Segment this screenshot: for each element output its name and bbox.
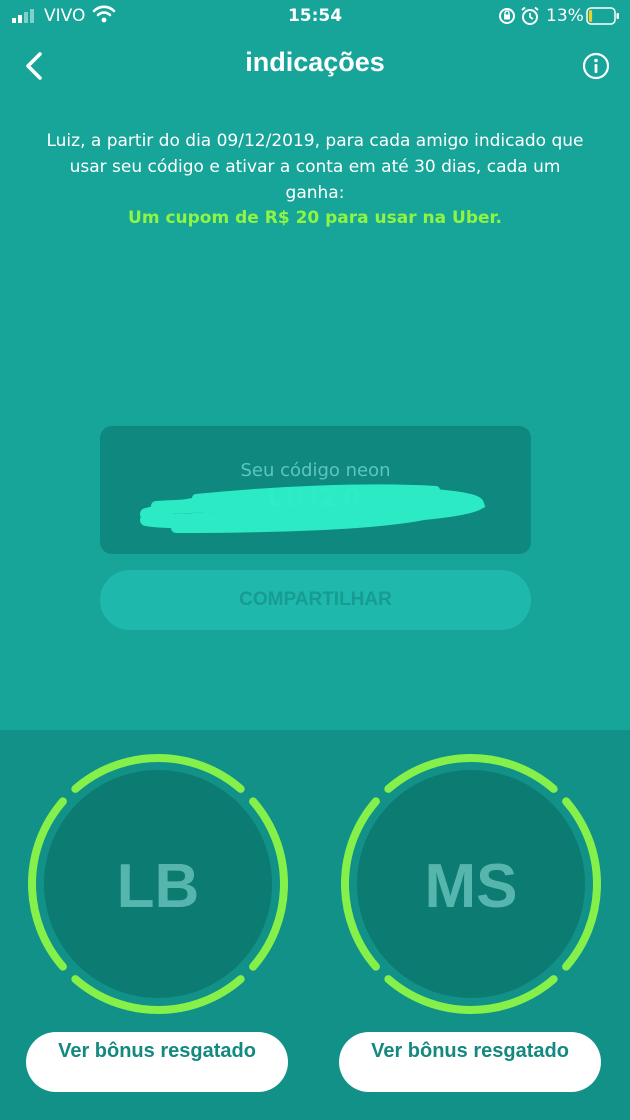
status-bar: VIVO 15:54 13% <box>0 0 630 34</box>
friend-initials: MS <box>424 852 518 921</box>
referral-code-box: Seu código neon LUIZ0 <box>100 426 531 554</box>
friend-initials: LB <box>116 852 200 921</box>
header: indicações <box>0 38 630 94</box>
referred-friends-panel: LB Ver bônus resgatado MS Ver bônus resg… <box>0 730 630 1120</box>
rotation-lock-icon <box>499 8 515 24</box>
view-bonus-button[interactable]: Ver bônus resgatado <box>26 1032 288 1092</box>
view-bonus-button[interactable]: Ver bônus resgatado <box>339 1032 601 1092</box>
friend-card: LB Ver bônus resgatado <box>26 752 290 1092</box>
page-title: indicações <box>245 47 385 77</box>
info-button[interactable] <box>582 52 610 80</box>
battery-icon <box>586 7 619 25</box>
referral-reward: Um cupom de R$ 20 para usar na Uber. <box>128 208 502 228</box>
alarm-icon <box>521 6 539 25</box>
referral-description: Luiz, a partir do dia 09/12/2019, para c… <box>46 131 584 203</box>
share-button[interactable]: COMPARTILHAR <box>100 570 531 630</box>
redaction-scribble <box>140 484 486 533</box>
battery-percent: 13% <box>546 6 584 26</box>
friend-card: MS Ver bônus resgatado <box>339 752 603 1092</box>
